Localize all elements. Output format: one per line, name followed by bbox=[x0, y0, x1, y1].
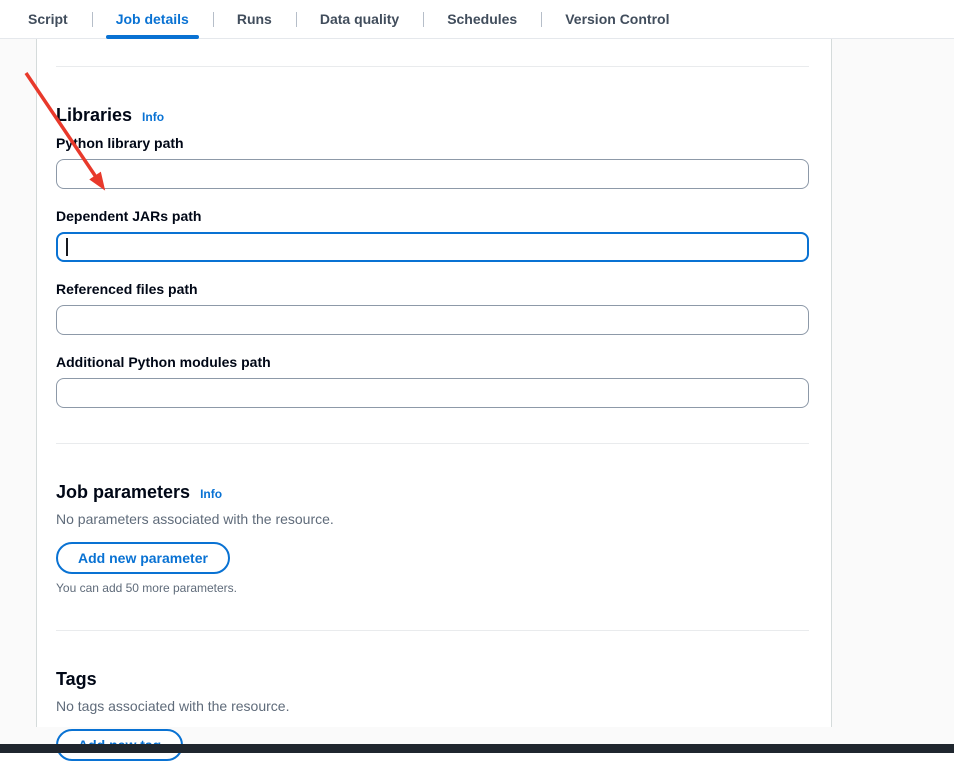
referenced-files-path-input[interactable] bbox=[56, 305, 809, 335]
tags-heading: Tags bbox=[56, 668, 97, 690]
referenced-files-path-label: Referenced files path bbox=[56, 280, 809, 298]
job-parameters-heading: Job parameters bbox=[56, 481, 190, 503]
section-divider bbox=[56, 66, 809, 67]
job-parameters-empty-text: No parameters associated with the resour… bbox=[56, 509, 809, 529]
dependent-jars-path-label: Dependent JARs path bbox=[56, 207, 809, 225]
tags-empty-text: No tags associated with the resource. bbox=[56, 696, 809, 716]
tab-version-control[interactable]: Version Control bbox=[541, 0, 693, 38]
add-new-parameter-button[interactable]: Add new parameter bbox=[56, 542, 230, 574]
main-area: Libraries Info Python library path Depen… bbox=[0, 39, 954, 753]
job-details-panel: Libraries Info Python library path Depen… bbox=[36, 39, 832, 727]
footer-bar bbox=[0, 744, 954, 753]
tab-script[interactable]: Script bbox=[4, 0, 92, 38]
section-divider bbox=[56, 443, 809, 444]
tab-runs[interactable]: Runs bbox=[213, 0, 296, 38]
job-parameters-info-link[interactable]: Info bbox=[200, 487, 222, 501]
additional-python-modules-path-input[interactable] bbox=[56, 378, 809, 408]
libraries-heading: Libraries bbox=[56, 104, 132, 126]
job-tabs: Script Job details Runs Data quality Sch… bbox=[0, 0, 954, 39]
additional-python-modules-path-label: Additional Python modules path bbox=[56, 353, 809, 371]
python-library-path-label: Python library path bbox=[56, 134, 809, 152]
tab-schedules[interactable]: Schedules bbox=[423, 0, 541, 38]
job-parameters-hint: You can add 50 more parameters. bbox=[56, 581, 809, 595]
text-caret bbox=[66, 238, 68, 256]
dependent-jars-path-input[interactable] bbox=[56, 232, 809, 262]
libraries-info-link[interactable]: Info bbox=[142, 110, 164, 124]
python-library-path-input[interactable] bbox=[56, 159, 809, 189]
tab-data-quality[interactable]: Data quality bbox=[296, 0, 423, 38]
tab-job-details[interactable]: Job details bbox=[92, 0, 213, 38]
section-divider bbox=[56, 630, 809, 631]
